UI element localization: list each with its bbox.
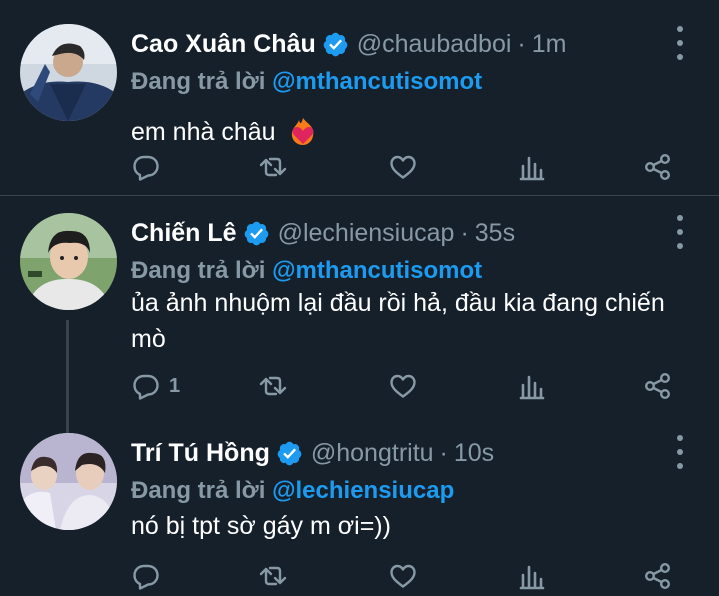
reply-icon bbox=[133, 564, 159, 590]
analytics-icon bbox=[519, 156, 545, 181]
tweet-text: ủa ảnh nhuộm lại đầu rồi hả, đầu kia đan… bbox=[131, 285, 701, 357]
timestamp[interactable]: 10s bbox=[454, 439, 494, 468]
tweet-header: Chiến Lê @lechiensiucap · 35s bbox=[131, 213, 515, 253]
user-handle[interactable]: @hongtritu bbox=[311, 439, 434, 468]
like-button[interactable] bbox=[388, 556, 418, 596]
verified-badge-icon bbox=[322, 31, 349, 58]
reply-label: Đang trả lời bbox=[131, 477, 266, 504]
thread-connector-line bbox=[66, 320, 69, 438]
reply-icon bbox=[133, 155, 159, 181]
tweet-text: nó bị tpt sờ gáy m ơi=)) bbox=[131, 508, 701, 544]
reply-button[interactable] bbox=[131, 147, 167, 187]
like-button[interactable] bbox=[388, 147, 418, 187]
tweet-text-content: nó bị tpt sờ gáy m ơi=)) bbox=[131, 512, 391, 540]
analytics-icon bbox=[519, 375, 545, 400]
tweet-actions bbox=[131, 147, 691, 187]
tweet-text-content: ủa ảnh nhuộm lại đầu rồi hả, đầu kia đan… bbox=[131, 289, 665, 353]
retweet-button[interactable] bbox=[258, 556, 288, 596]
reply-context: Đang trả lời @lechiensiucap bbox=[131, 477, 454, 505]
heart-icon bbox=[390, 155, 416, 179]
user-handle[interactable]: @lechiensiucap bbox=[278, 219, 455, 248]
reply-to-mention[interactable]: @mthancutisomot bbox=[272, 257, 482, 284]
share-icon bbox=[645, 373, 671, 400]
verified-badge-icon bbox=[276, 440, 303, 467]
heart-icon bbox=[390, 374, 416, 398]
reply-context: Đang trả lời @mthancutisomot bbox=[131, 257, 482, 285]
separator-dot: · bbox=[439, 438, 448, 467]
retweet-icon bbox=[259, 376, 287, 396]
reply-button[interactable] bbox=[131, 556, 167, 596]
separator-dot: · bbox=[517, 29, 526, 58]
retweet-button[interactable] bbox=[258, 147, 288, 187]
like-button[interactable] bbox=[388, 366, 418, 406]
analytics-icon bbox=[519, 565, 545, 590]
separator-dot: · bbox=[460, 218, 469, 247]
avatar[interactable] bbox=[20, 433, 117, 530]
display-name[interactable]: Cao Xuân Châu bbox=[131, 30, 316, 59]
retweet-icon bbox=[259, 566, 287, 586]
display-name[interactable]: Chiến Lê bbox=[131, 219, 237, 248]
reply-to-mention[interactable]: @lechiensiucap bbox=[272, 477, 454, 504]
user-handle[interactable]: @chaubadboi bbox=[357, 30, 512, 59]
tweet-header: Cao Xuân Châu @chaubadboi · 1m bbox=[131, 24, 566, 64]
analytics-button[interactable] bbox=[517, 366, 547, 406]
tweet-header: Trí Tú Hồng @hongtritu · 10s bbox=[131, 433, 494, 473]
heart-icon bbox=[390, 564, 416, 588]
share-button[interactable] bbox=[643, 147, 673, 187]
analytics-button[interactable] bbox=[517, 556, 547, 596]
timestamp[interactable]: 35s bbox=[475, 219, 515, 248]
share-button[interactable] bbox=[643, 556, 673, 596]
more-options-icon[interactable] bbox=[673, 435, 687, 469]
tweet-actions bbox=[131, 556, 691, 596]
divider bbox=[0, 195, 719, 196]
more-options-icon[interactable] bbox=[673, 26, 687, 60]
retweet-icon bbox=[259, 157, 287, 177]
verified-badge-icon bbox=[243, 220, 270, 247]
analytics-button[interactable] bbox=[517, 147, 547, 187]
timestamp[interactable]: 1m bbox=[532, 30, 567, 59]
reply-icon bbox=[133, 374, 159, 400]
reply-label: Đang trả lời bbox=[131, 257, 266, 284]
share-icon bbox=[645, 563, 671, 590]
display-name[interactable]: Trí Tú Hồng bbox=[131, 439, 270, 468]
tweet-text-content: em nhà châu bbox=[131, 118, 276, 146]
retweet-button[interactable] bbox=[258, 366, 288, 406]
tweet-actions: 1 bbox=[131, 366, 691, 406]
reply-count: 1 bbox=[169, 374, 181, 397]
reply-context: Đang trả lời @mthancutisomot bbox=[131, 68, 482, 96]
reply-label: Đang trả lời bbox=[131, 68, 266, 95]
avatar[interactable] bbox=[20, 24, 117, 121]
avatar[interactable] bbox=[20, 213, 117, 310]
more-options-icon[interactable] bbox=[673, 215, 687, 249]
share-button[interactable] bbox=[643, 366, 673, 406]
reply-button[interactable]: 1 bbox=[131, 366, 180, 406]
share-icon bbox=[645, 154, 671, 181]
reply-to-mention[interactable]: @mthancutisomot bbox=[272, 68, 482, 95]
